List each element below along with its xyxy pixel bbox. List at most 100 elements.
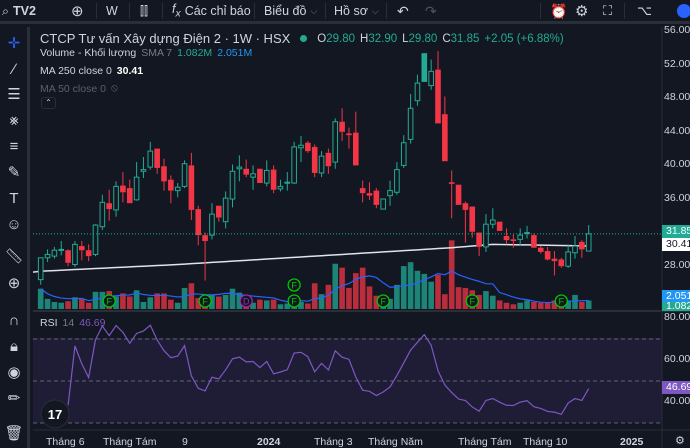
- volume-bar: [51, 301, 58, 309]
- candle-body: [496, 221, 503, 231]
- ma250-tag: 30.41: [662, 238, 690, 251]
- candle-body: [236, 166, 243, 170]
- rsi-axis-label: 40.00: [664, 395, 690, 407]
- candle-body: [455, 184, 462, 205]
- candle-body: [366, 193, 373, 196]
- gear-icon: ⚙: [675, 435, 685, 447]
- volume-bar: [318, 294, 325, 309]
- candle-body: [359, 188, 366, 194]
- time-axis-label: Tháng Tám: [458, 436, 512, 448]
- candle-body: [188, 165, 195, 210]
- svg-text:17: 17: [48, 407, 62, 422]
- volume-bar: [79, 298, 85, 309]
- candle-body: [517, 234, 524, 240]
- volume-bar: [544, 302, 551, 309]
- candle-body: [490, 219, 496, 225]
- volume-bar: [270, 299, 277, 309]
- volume-bar: [442, 294, 448, 309]
- candle-body: [270, 169, 277, 190]
- volume-bar: [448, 240, 455, 309]
- volume-bar: [257, 299, 263, 309]
- candle-body: [202, 235, 208, 241]
- candle-body: [222, 197, 229, 223]
- candle-body: [79, 246, 85, 251]
- volume-bar: [435, 274, 441, 309]
- price-axis-label: 48.00: [664, 91, 690, 104]
- volume-bar: [483, 291, 489, 309]
- candle-body: [318, 155, 325, 174]
- time-axis-settings-button[interactable]: ⚙: [675, 434, 685, 447]
- candle-body: [387, 190, 393, 197]
- hidden-eye-icon[interactable]: ⦸: [111, 82, 118, 95]
- volume-bar: [414, 270, 421, 309]
- candle-body: [291, 146, 297, 184]
- candle-body: [44, 253, 51, 259]
- candle-body: [407, 107, 414, 140]
- candle-body: [311, 146, 318, 173]
- candle-body: [332, 121, 339, 163]
- candle-body: [400, 142, 407, 166]
- candle-body: [428, 70, 434, 87]
- candle-body: [257, 168, 263, 184]
- rsi-band: [33, 338, 662, 423]
- candle-body: [229, 170, 236, 200]
- volume-bar: [531, 301, 537, 309]
- volume-bar: [503, 302, 510, 309]
- candle-body: [209, 213, 215, 236]
- candle-body: [537, 247, 544, 252]
- candle-body: [421, 53, 428, 82]
- candle-body: [126, 188, 133, 204]
- symbol-legend: CTCP Tư vấn Xây dựng Điện 2 · 1W · HSX O…: [40, 31, 564, 46]
- volume-bar: [277, 304, 284, 309]
- price-axis-label: 36.00: [664, 192, 690, 204]
- price-axis-label: 56.00: [664, 24, 690, 36]
- candle-body: [435, 69, 441, 124]
- candle-body: [414, 82, 421, 102]
- price-axis-label: 52.00: [664, 57, 690, 70]
- volume-bar: [428, 281, 434, 309]
- candle-body: [469, 206, 476, 232]
- volume-bar: [222, 294, 229, 309]
- time-axis-label: Tháng Tám: [103, 436, 157, 448]
- volume-bar: [65, 301, 71, 309]
- candle-body: [510, 239, 517, 241]
- ma50-legend[interactable]: MA 50 close 0 ⦸: [40, 82, 118, 95]
- candle-body: [476, 232, 482, 247]
- volume-bar: [339, 267, 345, 309]
- volume-bar: [126, 296, 133, 309]
- ma250-legend[interactable]: MA 250 close 0 30.41: [40, 65, 143, 77]
- candle-body: [216, 205, 222, 218]
- market-status-dot: [300, 35, 308, 42]
- volume-bar: [455, 287, 462, 309]
- event-marker-label: F: [559, 297, 565, 307]
- rsi-legend[interactable]: RSI 14 46.69: [40, 317, 105, 329]
- candle-body: [298, 144, 304, 149]
- candle-body: [250, 173, 256, 178]
- volume-legend[interactable]: Volume - Khối lượng SMA 7 1.082M 2.051M: [40, 47, 252, 59]
- candle-body: [565, 251, 571, 267]
- candle-body: [572, 245, 578, 254]
- candle-body: [168, 179, 174, 191]
- candle-body: [544, 251, 551, 260]
- candle-body: [353, 132, 359, 166]
- candle-body: [113, 185, 119, 211]
- candle-body: [277, 185, 284, 190]
- volume-bar: [263, 300, 270, 309]
- event-marker-label: F: [470, 297, 476, 307]
- volume-bar: [44, 298, 51, 309]
- volume-bar: [366, 286, 373, 309]
- volume-tag: 1.082M: [662, 302, 690, 311]
- symbol-title: CTCP Tư vấn Xây dựng Điện 2 · 1W · HSX: [40, 31, 291, 46]
- volume-bar: [346, 287, 352, 309]
- rsi-axis-label: 80.00: [664, 311, 690, 323]
- candle-body: [51, 249, 58, 257]
- time-axis-label: 2024: [257, 436, 281, 448]
- collapse-legend-button[interactable]: ⌃: [41, 97, 56, 109]
- volume-bar: [325, 284, 332, 309]
- volume-bar: [490, 295, 496, 309]
- candle-body: [85, 250, 92, 257]
- candle-body: [106, 203, 112, 210]
- tradingview-logo: 17: [40, 399, 70, 429]
- event-marker-label: D: [243, 297, 250, 307]
- candle-body: [58, 248, 65, 251]
